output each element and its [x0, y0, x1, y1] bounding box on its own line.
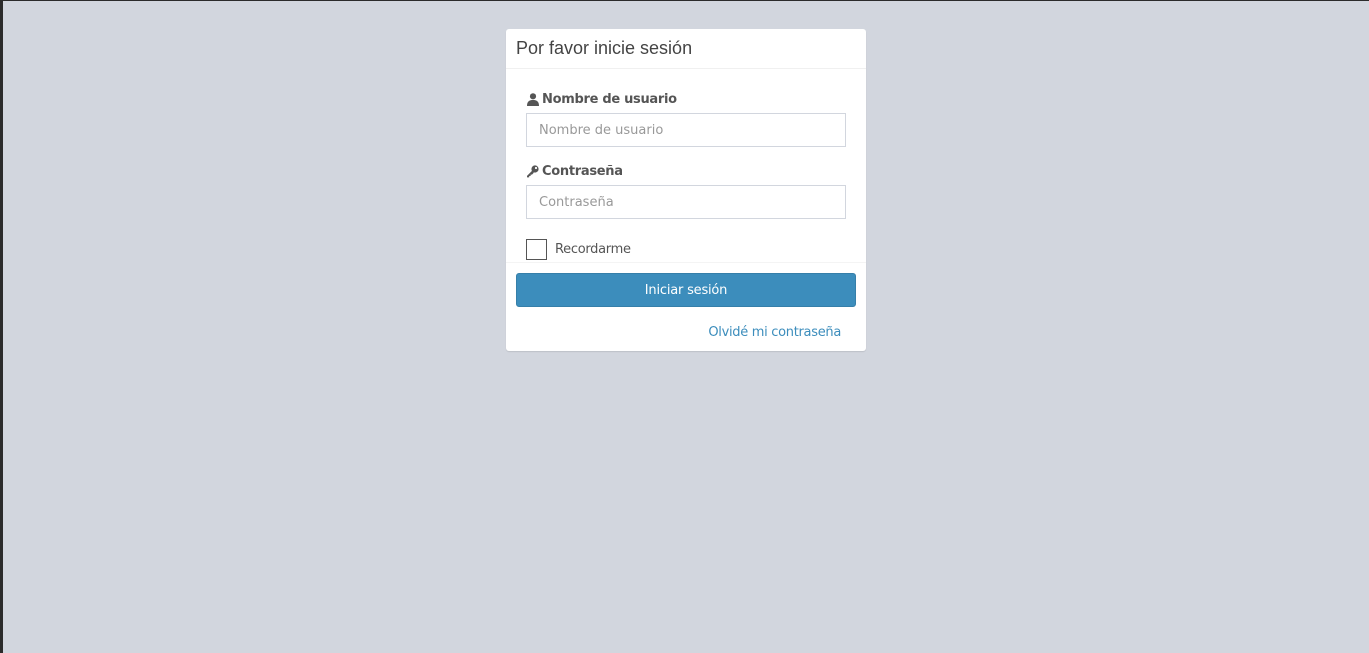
- key-icon: [526, 164, 539, 178]
- login-footer: Iniciar sesión Olvidé mi contraseña: [506, 263, 866, 351]
- user-icon: [526, 92, 539, 106]
- forgot-password-link[interactable]: Olvidé mi contraseña: [708, 325, 841, 340]
- login-header: Por favor inicie sesión: [506, 29, 866, 69]
- login-form: Nombre de usuario Contraseña Recordarme: [506, 69, 866, 263]
- username-group: Nombre de usuario: [526, 91, 846, 147]
- remember-checkbox[interactable]: [526, 239, 547, 260]
- password-input[interactable]: [526, 185, 846, 219]
- login-box: Por favor inicie sesión Nombre de usuari…: [506, 29, 866, 351]
- password-label: Contraseña: [526, 163, 846, 179]
- username-label-text: Nombre de usuario: [542, 91, 677, 107]
- login-title: Por favor inicie sesión: [516, 38, 693, 58]
- forgot-row: Olvidé mi contraseña: [516, 307, 856, 341]
- username-label: Nombre de usuario: [526, 91, 846, 107]
- sign-in-button[interactable]: Iniciar sesión: [516, 273, 856, 307]
- username-input[interactable]: [526, 113, 846, 147]
- remember-label[interactable]: Recordarme: [555, 242, 631, 257]
- remember-row: Recordarme: [526, 239, 846, 260]
- password-group: Contraseña: [526, 163, 846, 219]
- password-label-text: Contraseña: [542, 163, 623, 179]
